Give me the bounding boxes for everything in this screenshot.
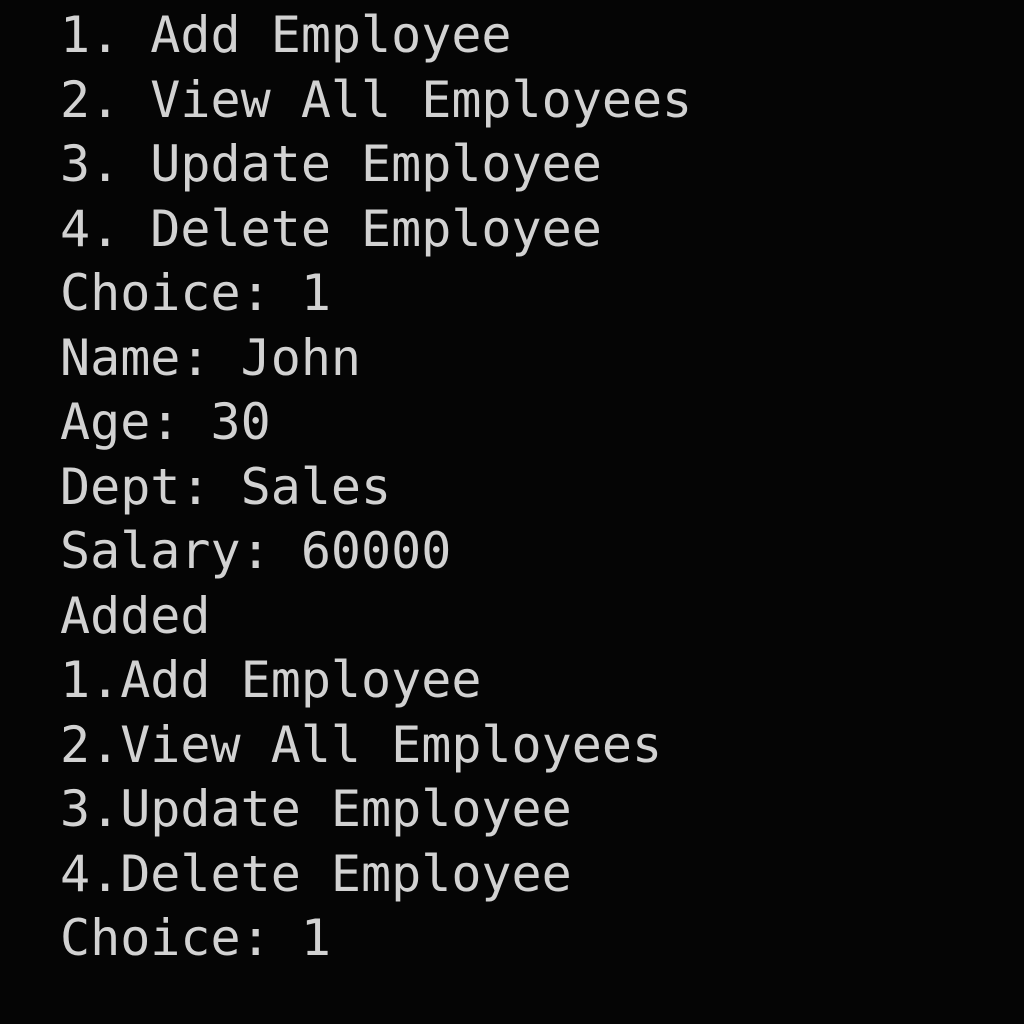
menu-item-update-employee: 3. Update Employee — [60, 135, 602, 193]
dept-prompt: Dept: Sales — [60, 458, 392, 516]
menu-item-delete-employee: 4.Delete Employee — [60, 845, 572, 903]
menu-item-add-employee: 1.Add Employee — [60, 651, 482, 709]
status-message: Added — [60, 587, 211, 645]
salary-prompt: Salary: 60000 — [60, 522, 452, 580]
choice-prompt: Choice: 1 — [60, 909, 331, 967]
menu-item-view-all-employees: 2.View All Employees — [60, 716, 663, 774]
menu-item-update-employee: 3.Update Employee — [60, 780, 572, 838]
menu-item-view-all-employees: 2. View All Employees — [60, 71, 693, 129]
name-prompt: Name: John — [60, 329, 362, 387]
menu-item-delete-employee: 4. Delete Employee — [60, 200, 602, 258]
choice-prompt: Choice: 1 — [60, 264, 331, 322]
age-prompt: Age: 30 — [60, 393, 271, 451]
terminal-output: 1. Add Employee 2. View All Employees 3.… — [0, 0, 1024, 1024]
menu-item-add-employee: 1. Add Employee — [60, 6, 512, 64]
